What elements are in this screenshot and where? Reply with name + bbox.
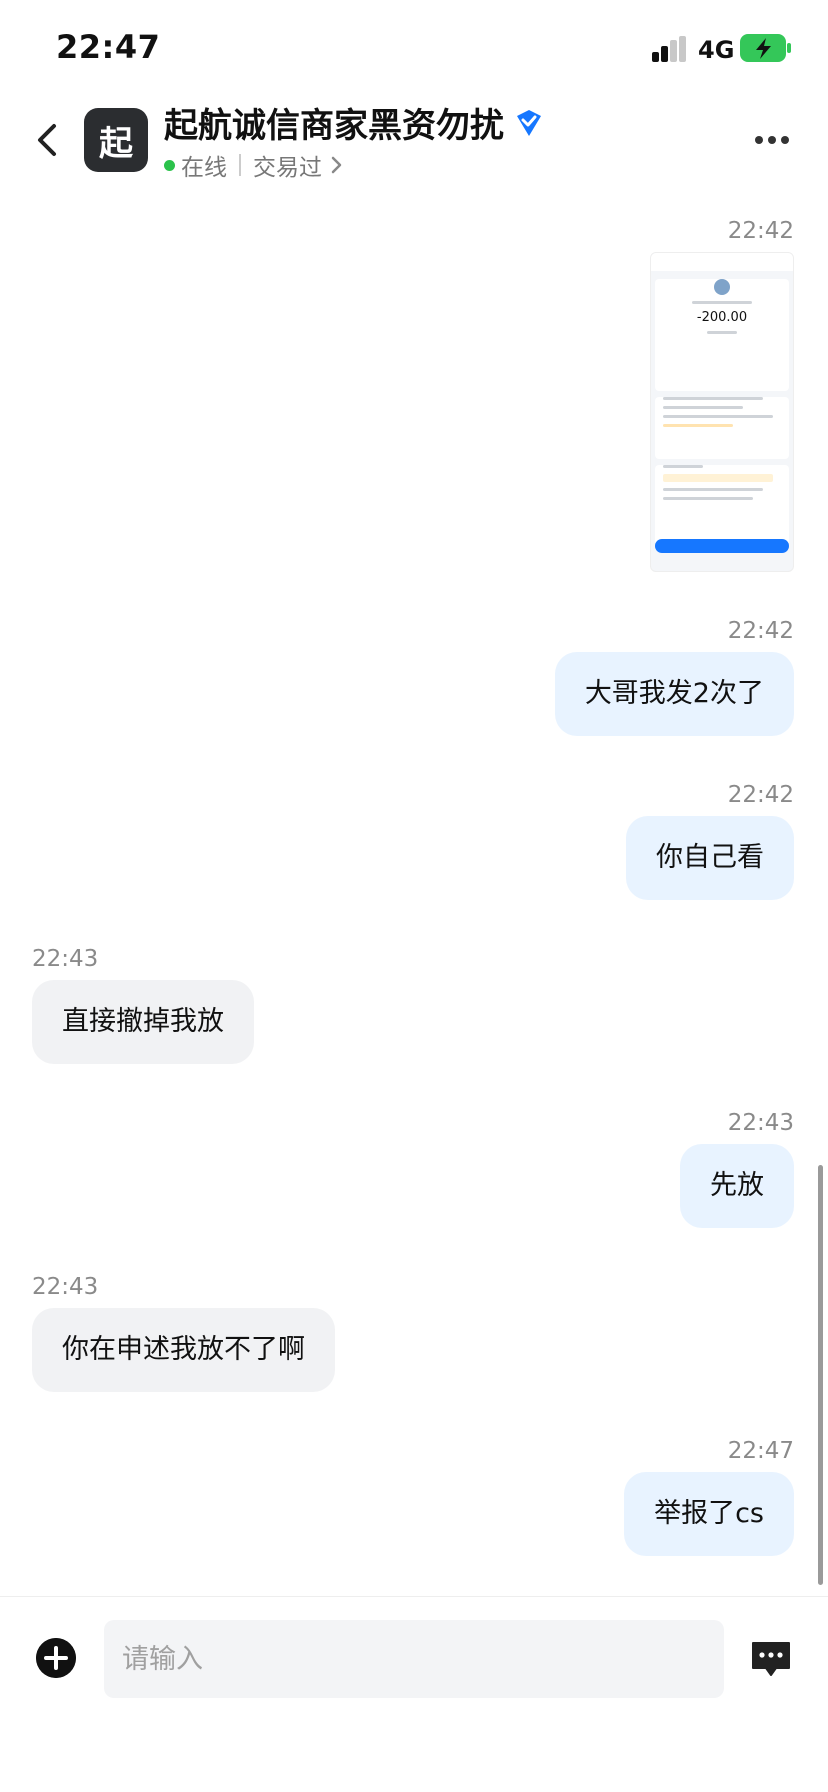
divider (239, 154, 241, 176)
thumbnail-card: -200.00 (655, 279, 789, 391)
thumbnail-avatar (714, 279, 730, 295)
message-image[interactable]: -200.00 (650, 252, 794, 572)
thumbnail-amount: -200.00 (696, 310, 748, 325)
message-bubble-received[interactable]: 你在申述我放不了啊 (32, 1308, 335, 1392)
thumbnail-status-bar (651, 253, 793, 271)
message-bubble-sent[interactable]: 举报了cs (624, 1472, 794, 1556)
message-bubble-sent[interactable]: 大哥我发2次了 (554, 652, 794, 736)
input-divider (0, 1596, 828, 1597)
chat-title: 起航诚信商家黑资勿扰 (164, 106, 504, 146)
online-dot-icon (164, 159, 175, 171)
thumbnail-details (655, 397, 789, 459)
message-timestamp: 22:42 (727, 618, 794, 644)
thumbnail-help (655, 465, 789, 545)
chat-scrollbar[interactable] (818, 1165, 823, 1585)
battery-charging-icon (740, 34, 791, 62)
message-timestamp: 22:42 (727, 218, 794, 244)
back-icon[interactable] (34, 122, 62, 158)
quick-reply-icon[interactable] (750, 1640, 792, 1678)
subtitle-row[interactable]: 在线 交易过 (164, 148, 342, 182)
traded-label[interactable]: 交易过 (253, 148, 322, 182)
message-bubble-received[interactable]: 直接撤掉我放 (32, 980, 254, 1064)
verified-icon (517, 109, 541, 136)
message-timestamp: 22:43 (32, 946, 99, 972)
title-row: 起航诚信商家黑资勿扰 (164, 98, 544, 147)
message-timestamp: 22:42 (727, 782, 794, 808)
message-input[interactable] (104, 1620, 724, 1698)
signal-icon (652, 36, 686, 62)
message-timestamp: 22:43 (32, 1274, 99, 1300)
chevron-right-icon[interactable] (330, 156, 342, 174)
status-time: 22:47 (56, 28, 161, 66)
message-timestamp: 22:47 (727, 1438, 794, 1464)
message-timestamp: 22:43 (727, 1110, 794, 1136)
network-type: 4G (698, 36, 735, 64)
more-icon[interactable] (754, 134, 790, 146)
message-bubble-sent[interactable]: 先放 (680, 1144, 794, 1228)
message-bubble-sent[interactable]: 你自己看 (626, 816, 794, 900)
plus-icon[interactable] (36, 1638, 76, 1678)
avatar[interactable]: 起 (84, 108, 148, 172)
thumbnail-button (655, 539, 789, 553)
online-status: 在线 (181, 155, 227, 181)
